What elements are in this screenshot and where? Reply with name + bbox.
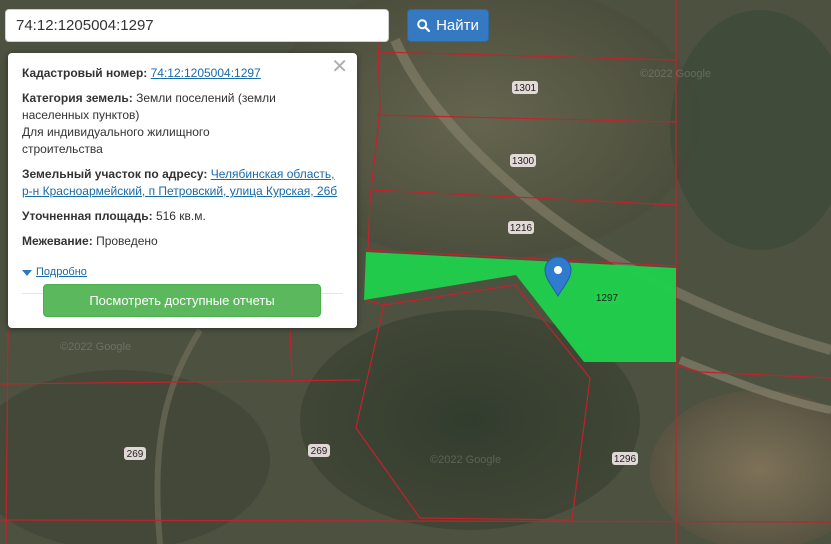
address-row: Земельный участок по адресу: Челябинская…	[22, 166, 344, 200]
details-link[interactable]: Подробно	[36, 264, 87, 281]
view-reports-button[interactable]: Посмотреть доступные отчеты	[43, 284, 321, 317]
plot-label: 1216	[510, 223, 533, 234]
search-button[interactable]: Найти	[407, 9, 489, 42]
plot-label: 1301	[514, 83, 537, 94]
plot-label-selected: 1297	[596, 293, 619, 304]
caret-down-icon	[22, 269, 32, 276]
search-icon	[417, 19, 431, 32]
cadastral-link[interactable]: 74:12:1205004:1297	[151, 66, 261, 80]
search-button-label: Найти	[436, 17, 479, 34]
address-label: Земельный участок по адресу:	[22, 167, 208, 181]
map-watermark: ©2022 Google	[640, 68, 711, 80]
area-value: 516 кв.м.	[155, 209, 206, 223]
usage-value: Для индивидуального жилищного строительс…	[22, 125, 210, 156]
category-row: Категория земель: Земли поселений (земли…	[22, 90, 292, 158]
plot-label: 1296	[614, 454, 637, 465]
area-row: Уточненная площадь: 516 кв.м.	[22, 208, 343, 225]
area-label: Уточненная площадь:	[22, 209, 153, 223]
details-toggle[interactable]: Подробно	[22, 264, 343, 281]
survey-value: Проведено	[96, 234, 158, 248]
cadastral-label: Кадастровый номер:	[22, 66, 148, 80]
search-input[interactable]	[5, 9, 389, 42]
cadastral-row: Кадастровый номер: 74:12:1205004:1297	[22, 65, 343, 82]
survey-row: Межевание: Проведено	[22, 233, 343, 250]
map-watermark: ©2022 Google	[60, 341, 131, 353]
category-label: Категория земель:	[22, 91, 133, 105]
map-watermark: ©2022 Google	[430, 454, 501, 466]
plot-label: 269	[311, 446, 328, 457]
plot-label: 1300	[512, 156, 535, 167]
survey-label: Межевание:	[22, 234, 93, 248]
parcel-info-popup: ✕ Кадастровый номер: 74:12:1205004:1297 …	[8, 53, 357, 328]
close-icon[interactable]: ✕	[331, 57, 348, 77]
plot-label: 269	[127, 449, 144, 460]
